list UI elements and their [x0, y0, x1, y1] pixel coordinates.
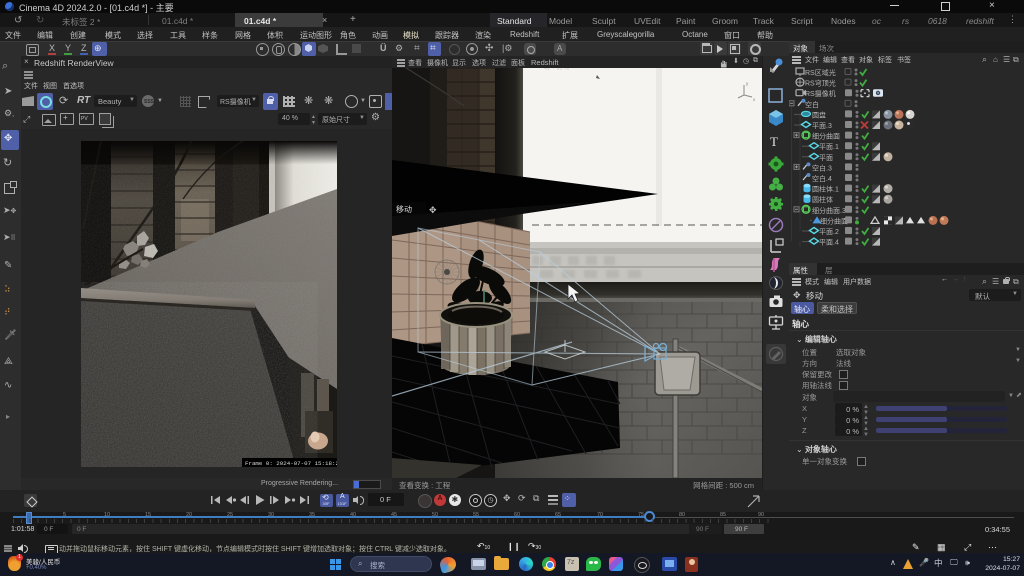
svg-text:空白.4: 空白.4	[812, 174, 832, 183]
svg-text:细分曲面: 细分曲面	[812, 132, 840, 141]
svg-text:平面: 平面	[819, 154, 833, 162]
svg-text:移动: 移动	[396, 204, 412, 214]
svg-text:平面.4: 平面.4	[819, 239, 839, 247]
svg-text:空白.3: 空白.3	[812, 163, 832, 172]
svg-text:平面.3: 平面.3	[812, 122, 832, 130]
svg-text:T: T	[770, 134, 778, 149]
svg-text:圆柱体: 圆柱体	[812, 195, 833, 204]
svg-text:Frame 0: 2024-07-07 15:18:29 (: Frame 0: 2024-07-07 15:18:29 (10.97s)	[245, 460, 337, 467]
svg-text:RS摄像机: RS摄像机	[805, 89, 836, 98]
svg-text:圆柱体.1: 圆柱体.1	[812, 185, 839, 194]
svg-text:RS穹顶光: RS穹顶光	[805, 79, 836, 88]
svg-text:✥: ✥	[429, 205, 437, 215]
svg-text:空白: 空白	[805, 100, 819, 109]
svg-text:细分曲面: 细分曲面	[820, 216, 848, 225]
svg-text:圆盘: 圆盘	[812, 110, 826, 119]
svg-text:RS区域光: RS区域光	[805, 68, 836, 77]
svg-text:平面.1: 平面.1	[819, 143, 839, 151]
svg-text:细分曲面.3: 细分曲面.3	[812, 206, 846, 215]
svg-text:平面.2: 平面.2	[819, 228, 839, 236]
